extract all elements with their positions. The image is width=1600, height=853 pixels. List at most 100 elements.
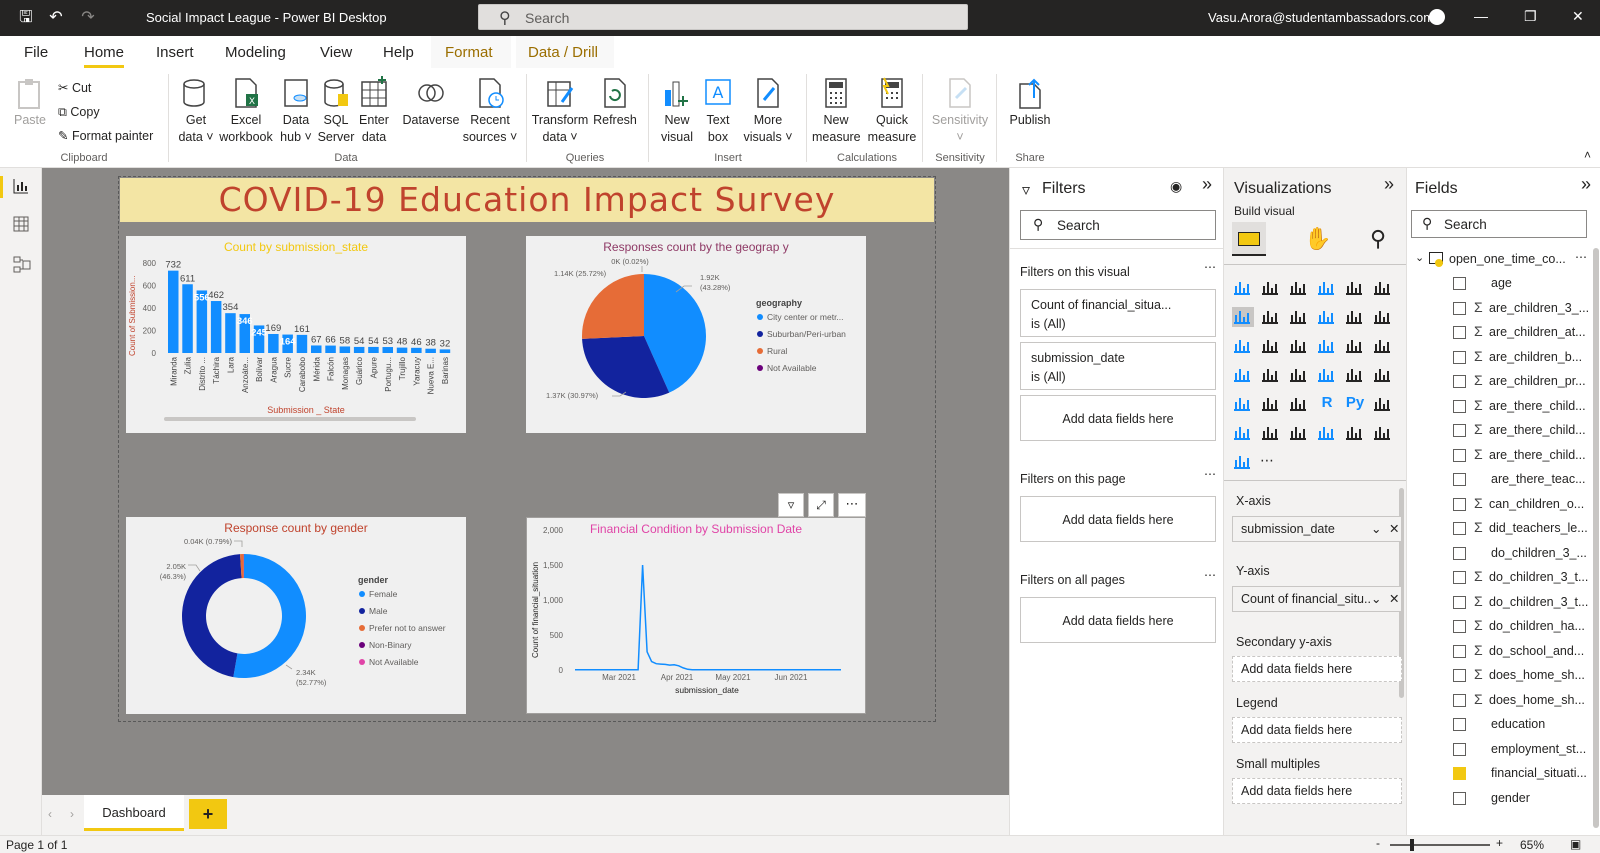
field-item[interactable]: Σare_there_child...: [1407, 397, 1600, 417]
filter-card[interactable]: Count of financial_situa... is (All): [1020, 289, 1216, 337]
add-page-filter-field[interactable]: Add data fields here: [1020, 496, 1216, 542]
power-automate-icon[interactable]: [1372, 423, 1394, 443]
treemap-icon[interactable]: [1372, 336, 1394, 356]
tab-view[interactable]: View: [320, 44, 352, 61]
field-checkbox[interactable]: [1453, 399, 1466, 413]
pie-icon[interactable]: [1316, 336, 1338, 356]
format-visual-icon[interactable]: ✋: [1304, 226, 1331, 252]
model-view-icon[interactable]: [13, 256, 31, 274]
funnel-icon[interactable]: [1260, 336, 1282, 356]
field-item[interactable]: gender: [1407, 789, 1600, 809]
100pct-column-icon[interactable]: [1372, 278, 1394, 298]
field-checkbox[interactable]: [1453, 742, 1466, 756]
tab-dashboard[interactable]: Dashboard: [84, 795, 184, 831]
collapse-fields-icon[interactable]: »: [1581, 174, 1591, 195]
field-item[interactable]: Σare_children_b...: [1407, 348, 1600, 368]
field-checkbox[interactable]: [1453, 473, 1466, 486]
small-multiples-well[interactable]: Add data fields here: [1232, 778, 1402, 804]
field-item[interactable]: Σdo_school_and...: [1407, 642, 1600, 662]
sensitivity-button[interactable]: Sensitivity ˅: [928, 76, 992, 146]
chevron-down-icon[interactable]: ⌄: [1415, 251, 1424, 264]
ribbon-chart-icon[interactable]: [1372, 307, 1394, 327]
add-visual-filter-field[interactable]: Add data fields here: [1020, 395, 1216, 441]
more-icon[interactable]: ⋯: [1575, 250, 1587, 264]
more-options-icon[interactable]: ⋯: [838, 493, 866, 517]
eye-icon[interactable]: ◉: [1170, 178, 1182, 195]
field-item[interactable]: Σdoes_home_sh...: [1407, 691, 1600, 711]
field-item[interactable]: Σare_children_3_...: [1407, 299, 1600, 319]
new-measure-button[interactable]: New measure: [812, 76, 861, 146]
field-checkbox[interactable]: [1453, 350, 1466, 364]
dataverse-button[interactable]: Dataverse: [400, 76, 462, 129]
matrix-icon[interactable]: [1288, 394, 1310, 414]
filled-map-icon[interactable]: [1260, 365, 1282, 385]
minimize-icon[interactable]: —: [1474, 8, 1488, 24]
filter-search-input[interactable]: ⚲ Search: [1020, 210, 1216, 240]
search-input[interactable]: ⚲ Search: [478, 4, 968, 30]
field-item[interactable]: financial_situati...: [1407, 764, 1600, 784]
scatter-icon[interactable]: [1288, 336, 1310, 356]
donut-icon[interactable]: [1344, 336, 1366, 356]
secondary-y-axis-well[interactable]: Add data fields here: [1232, 656, 1402, 682]
remove-field-icon[interactable]: ✕: [1389, 587, 1400, 611]
remove-field-icon[interactable]: ✕: [1389, 517, 1399, 541]
field-item[interactable]: Σcan_children_o...: [1407, 495, 1600, 515]
fields-search-input[interactable]: ⚲ Search: [1411, 210, 1587, 238]
data-hub-button[interactable]: Data hub ˅: [276, 76, 316, 146]
collapse-ribbon-icon[interactable]: ˄: [1584, 148, 1591, 162]
publish-button[interactable]: Publish: [1006, 76, 1054, 129]
qa-visual-icon[interactable]: [1260, 423, 1282, 443]
stacked-column-icon[interactable]: [1260, 278, 1282, 298]
field-item[interactable]: Σare_children_pr...: [1407, 372, 1600, 392]
stacked-area-icon[interactable]: [1288, 307, 1310, 327]
chevron-down-icon[interactable]: ⌄: [1371, 587, 1382, 611]
more-visuals-icon[interactable]: [1232, 452, 1254, 472]
table-icon[interactable]: [1260, 394, 1282, 414]
bar-chart-visual[interactable]: Count by submission_state 800 600 400 200 0 C…: [126, 236, 466, 433]
tab-home[interactable]: Home: [84, 44, 125, 68]
zoom-out-icon[interactable]: -: [1376, 836, 1380, 850]
narrative-icon[interactable]: [1288, 423, 1310, 443]
clustered-bar-icon[interactable]: [1288, 278, 1310, 298]
field-checkbox[interactable]: [1453, 375, 1466, 388]
field-item[interactable]: Σdo_children_3_t...: [1407, 593, 1600, 613]
fit-page-icon[interactable]: ▣: [1570, 837, 1581, 851]
donut-chart-visual[interactable]: Response count by gender gender Female Mal…: [126, 517, 466, 714]
r-visual-icon[interactable]: R: [1316, 394, 1338, 414]
paste-button[interactable]: Paste: [12, 76, 48, 129]
zoom-thumb[interactable]: [1410, 839, 1414, 851]
area-chart-icon[interactable]: [1260, 307, 1282, 327]
field-checkbox[interactable]: [1453, 546, 1466, 560]
tab-insert[interactable]: Insert: [156, 44, 194, 61]
report-title[interactable]: COVID-19 Education Impact Survey: [120, 178, 934, 222]
get-more-icon[interactable]: ⋯: [1260, 452, 1282, 472]
field-item[interactable]: Σdid_teachers_le...: [1407, 519, 1600, 539]
collapse-viz-icon[interactable]: »: [1384, 174, 1394, 195]
field-item[interactable]: employment_st...: [1407, 740, 1600, 760]
refresh-button[interactable]: Refresh: [592, 76, 638, 129]
field-checkbox[interactable]: [1453, 669, 1466, 682]
card-icon[interactable]: [1316, 365, 1338, 385]
add-report-filter-field[interactable]: Add data fields here: [1020, 597, 1216, 643]
format-painter-button[interactable]: ✎ Format painter: [58, 124, 153, 148]
field-item[interactable]: are_there_teac...: [1407, 470, 1600, 490]
new-visual-button[interactable]: New visual: [658, 76, 696, 146]
field-item[interactable]: Σdoes_home_sh...: [1407, 666, 1600, 686]
build-visual-tab[interactable]: [1232, 222, 1266, 256]
cut-button[interactable]: ✂ Cut: [58, 76, 153, 100]
stacked-bar-icon[interactable]: [1232, 278, 1254, 298]
field-item[interactable]: age: [1407, 274, 1600, 294]
sql-server-button[interactable]: SQL Server: [316, 76, 356, 146]
excel-workbook-button[interactable]: X Excel workbook: [218, 76, 274, 146]
analytics-icon[interactable]: ⚲: [1370, 226, 1386, 252]
field-item[interactable]: Σdo_children_3_t...: [1407, 568, 1600, 588]
more-icon[interactable]: ⋯: [1204, 260, 1216, 274]
undo-icon[interactable]: ↶: [46, 8, 66, 28]
waterfall-icon[interactable]: [1232, 336, 1254, 356]
field-checkbox[interactable]: [1453, 791, 1466, 805]
filter-card[interactable]: submission_date is (All): [1020, 342, 1216, 390]
field-checkbox[interactable]: [1453, 693, 1466, 707]
zoom-in-icon[interactable]: +: [1496, 836, 1503, 850]
slicer-icon[interactable]: [1232, 394, 1254, 414]
map-icon[interactable]: [1232, 365, 1254, 385]
